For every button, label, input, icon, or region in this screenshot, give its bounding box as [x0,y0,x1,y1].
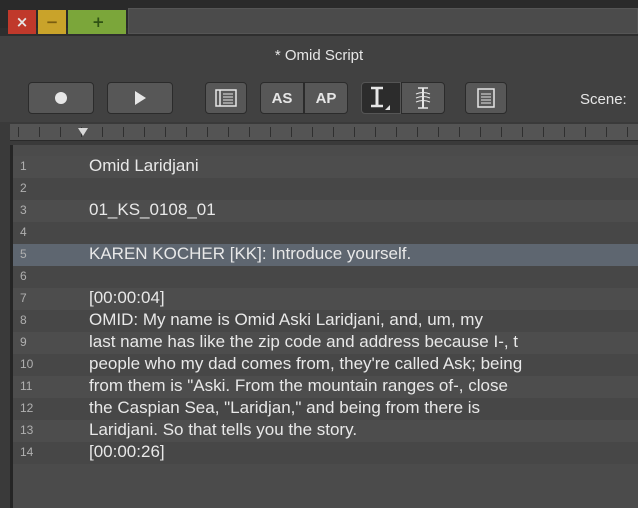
ruler-tick [39,127,40,137]
ruler-tick [354,127,355,137]
script-line[interactable]: 9 last name has like the zip code and add… [10,332,638,354]
line-text[interactable]: [00:00:26] [89,442,165,462]
line-number: 11 [20,379,33,393]
line-number: 2 [20,181,27,195]
document-title: * Omid Script [274,47,364,64]
ruler-tick [228,127,229,137]
ruler-tick [123,127,124,137]
line-number: 13 [20,423,34,437]
ruler-tick [417,127,418,137]
line-number: 6 [20,269,27,283]
record-button[interactable] [28,82,94,114]
ruler-tick [249,127,250,137]
ruler-tick [312,127,313,137]
script-line[interactable]: 14 [00:00:26] [10,442,638,464]
close-icon: × [15,13,29,31]
ap-button[interactable]: AP [304,82,348,114]
script-line[interactable]: 8 OMID: My name is Omid Aski Laridjani, a… [10,310,638,332]
document-icon [477,88,495,108]
ruler-tick [522,127,523,137]
line-text[interactable]: the Caspian Sea, "Laridjan," and being f… [89,398,480,418]
script-line[interactable]: 4 [10,222,638,244]
ruler-tick [270,127,271,137]
ruler[interactable] [10,124,638,141]
script-line[interactable]: 2 [10,178,638,200]
line-text[interactable]: from them is "Aski. From the mountain ra… [89,376,508,396]
line-number: 12 [20,401,34,415]
ruler-tick [627,127,628,137]
outline-view-button[interactable] [205,82,247,114]
text-cursor-icon [371,86,390,110]
line-number: 3 [20,203,27,217]
script-line[interactable]: 7 [00:00:04] [10,288,638,310]
ruler-tick [480,127,481,137]
ruler-tick [606,127,607,137]
line-text[interactable]: OMID: My name is Omid Aski Laridjani, an… [89,310,483,330]
line-number: 4 [20,225,27,239]
line-number: 7 [20,291,27,305]
ruler-tick [60,127,61,137]
script-line[interactable]: 11 from them is "Aski. From the mountain … [10,376,638,398]
script-line[interactable]: 6 [10,266,638,288]
line-number: 5 [20,247,27,261]
line-text[interactable]: 01_KS_0108_01 [89,200,216,220]
ruler-tick [375,127,376,137]
line-number: 8 [20,313,27,327]
line-number: 10 [20,357,34,371]
minimize-button[interactable]: − [38,10,66,34]
title-bar-drag-area[interactable] [128,8,638,34]
ruler-tick [186,127,187,137]
line-text[interactable]: people who my dad comes from, they're ca… [89,354,522,374]
line-number: 9 [20,335,27,349]
script-line[interactable]: 10 people who my dad comes from, they're … [10,354,638,376]
close-button[interactable]: × [8,10,36,34]
ruler-tick [144,127,145,137]
document-button[interactable] [465,82,507,114]
script-line[interactable]: 1 Omid Laridjani [10,156,638,178]
play-button[interactable] [107,82,173,114]
ruler-tick [291,127,292,137]
script-line[interactable]: 5 KAREN KOCHER [KK]: Introduce yourself. [10,244,638,266]
ruler-tick [165,127,166,137]
ruler-tick [396,127,397,137]
ruler-tick [333,127,334,137]
line-number: 14 [20,445,34,459]
ruler-tick [102,127,103,137]
line-text[interactable]: KAREN KOCHER [KK]: Introduce yourself. [89,244,411,264]
scene-label: Scene: [580,91,627,108]
line-number: 1 [20,159,27,173]
record-icon [55,92,67,104]
ruler-tick [543,127,544,137]
script-line[interactable]: 13 Laridjani. So that tells you the story… [10,420,638,442]
ruler-tick [459,127,460,137]
indent-marker-icon[interactable] [78,128,88,136]
script-editor[interactable]: 1 Omid Laridjani 2 3 01_KS_0108_01 4 5 KAREN KO… [10,145,638,508]
list-panel-icon [215,89,237,107]
ruler-tick [564,127,565,137]
ruler-tick [207,127,208,137]
script-line[interactable]: 12 the Caspian Sea, "Laridjan," and being… [10,398,638,420]
line-text[interactable]: [00:00:04] [89,288,165,308]
line-text[interactable]: last name has like the zip code and addr… [89,332,518,352]
ruler-tick [438,127,439,137]
ruler-tick [18,127,19,137]
line-text[interactable]: Laridjani. So that tells you the story. [89,420,357,440]
as-button[interactable]: AS [260,82,304,114]
text-cursor-button[interactable] [361,82,401,114]
line-text[interactable]: Omid Laridjani [89,156,199,176]
text-sync-button[interactable] [401,82,445,114]
maximize-button[interactable]: + [68,10,126,34]
maximize-icon: + [92,13,105,31]
script-line[interactable]: 3 01_KS_0108_01 [10,200,638,222]
play-icon [135,91,146,105]
ruler-tick [501,127,502,137]
ruler-tick [585,127,586,137]
editor-border [10,145,13,508]
minimize-icon: − [45,13,59,31]
text-sync-icon [415,87,431,109]
